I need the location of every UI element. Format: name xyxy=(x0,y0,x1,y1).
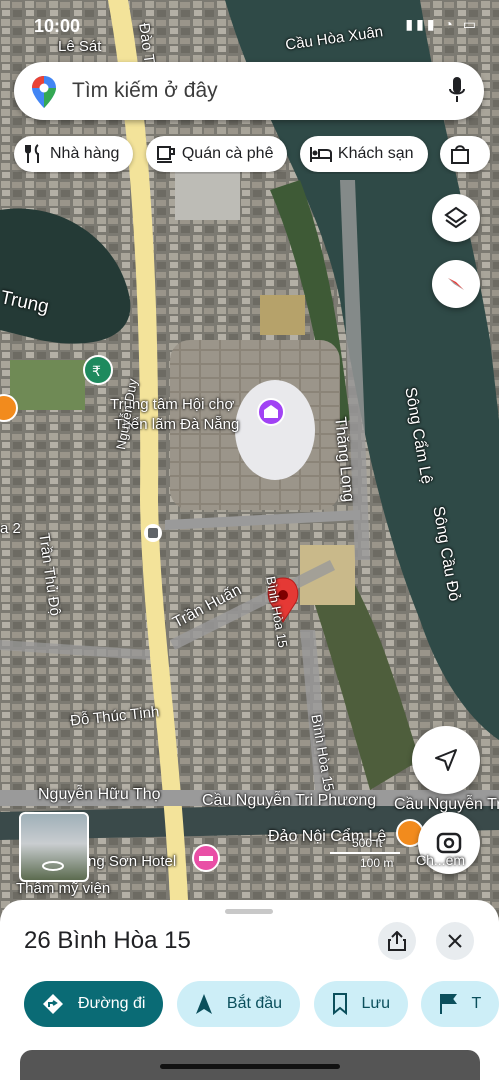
map-label-nguyen-huu-tho: Nguyễn Hữu Thọ xyxy=(38,786,161,803)
chip-restaurants-label: Nhà hàng xyxy=(50,145,120,162)
directions-button[interactable]: Đường đi xyxy=(24,981,164,1027)
mic-icon[interactable] xyxy=(448,77,466,110)
shopping-bag-icon xyxy=(450,145,469,164)
poi-hotel-icon[interactable] xyxy=(192,844,220,872)
action-buttons: Đường đi Bắt đầu Lưu T xyxy=(24,981,499,1029)
share-icon xyxy=(388,931,406,951)
navigation-arrow-icon xyxy=(435,749,457,771)
bookmark-icon xyxy=(332,993,347,1015)
flag-icon xyxy=(440,994,458,1014)
street-view-thumbnail[interactable] xyxy=(19,812,89,882)
map-label-le-sat: Lê Sát xyxy=(58,38,102,55)
map-label-a2: a 2 xyxy=(0,520,21,537)
directions-icon xyxy=(43,994,63,1014)
close-icon xyxy=(448,934,462,948)
place-bottom-sheet[interactable]: 26 Bình Hòa 15 Đường đi Bắt đầu Lưu T xyxy=(0,900,499,1080)
poi-gas-station-icon[interactable]: ₹ xyxy=(83,355,113,385)
sheet-drag-handle[interactable] xyxy=(225,909,273,914)
search-input[interactable]: Tìm kiếm ở đây xyxy=(72,79,218,103)
scale-ft: 500 ft xyxy=(352,836,383,850)
share-button[interactable] xyxy=(378,922,416,960)
category-chips: Nhà hàng Quán cà phê Khách sạn xyxy=(14,136,499,174)
scale-m: 100 m xyxy=(360,856,394,870)
poi-restaurant-icon-left[interactable] xyxy=(0,394,18,422)
chip-hotels-label: Khách sạn xyxy=(337,145,414,162)
chip-cafes[interactable]: Quán cà phê xyxy=(145,136,288,172)
place-title: 26 Bình Hòa 15 xyxy=(24,927,191,954)
status-time: 10:00 xyxy=(34,16,81,36)
lens-icon xyxy=(436,832,462,854)
label-button[interactable]: T xyxy=(421,981,499,1027)
fork-knife-icon xyxy=(25,144,39,163)
status-icons: ▮▮▮ ◔ ▭ xyxy=(405,16,479,32)
bed-icon xyxy=(309,147,332,162)
label-label: T xyxy=(471,995,482,1012)
start-label: Bắt đầu xyxy=(226,995,283,1012)
google-maps-pin-icon xyxy=(32,76,56,113)
compass-icon xyxy=(448,278,464,290)
my-location-button[interactable] xyxy=(412,726,480,794)
search-bar[interactable]: Tìm kiếm ở đây xyxy=(14,62,484,120)
map-label-hotel: ng Sơn Hotel xyxy=(88,853,177,870)
save-label: Lưu xyxy=(361,995,391,1012)
chip-restaurants[interactable]: Nhà hàng xyxy=(14,136,134,172)
compass-button[interactable] xyxy=(432,260,480,308)
chip-cafes-label: Quán cà phê xyxy=(181,145,274,162)
chip-shopping[interactable] xyxy=(439,136,490,172)
poi-expo-icon[interactable] xyxy=(257,398,285,426)
map-label-tham-my-vien: Thẩm mỹ viện xyxy=(16,880,111,897)
home-indicator xyxy=(160,1064,340,1069)
save-button[interactable]: Lưu xyxy=(313,981,409,1027)
lens-caption: Ch...em xyxy=(416,852,466,868)
layers-button[interactable] xyxy=(432,194,480,242)
rotate-360-icon xyxy=(42,861,64,871)
poi-bus-stop-icon[interactable] xyxy=(144,524,162,542)
scale-line xyxy=(330,852,400,854)
start-button[interactable]: Bắt đầu xyxy=(176,981,301,1027)
close-button[interactable] xyxy=(436,922,474,960)
chip-hotels[interactable]: Khách sạn xyxy=(299,136,428,172)
map-label-cau-ntp: Cầu Nguyễn Tri Phương xyxy=(202,792,377,809)
scale-bar: 500 ft 100 m xyxy=(330,836,400,870)
svg-text:₹: ₹ xyxy=(92,363,101,379)
navigation-start-icon xyxy=(195,994,212,1014)
status-bar: 10:00 ▮▮▮ ◔ ▭ xyxy=(0,14,499,40)
coffee-cup-icon xyxy=(156,146,175,163)
directions-label: Đường đi xyxy=(78,995,146,1012)
layers-icon xyxy=(444,206,468,229)
